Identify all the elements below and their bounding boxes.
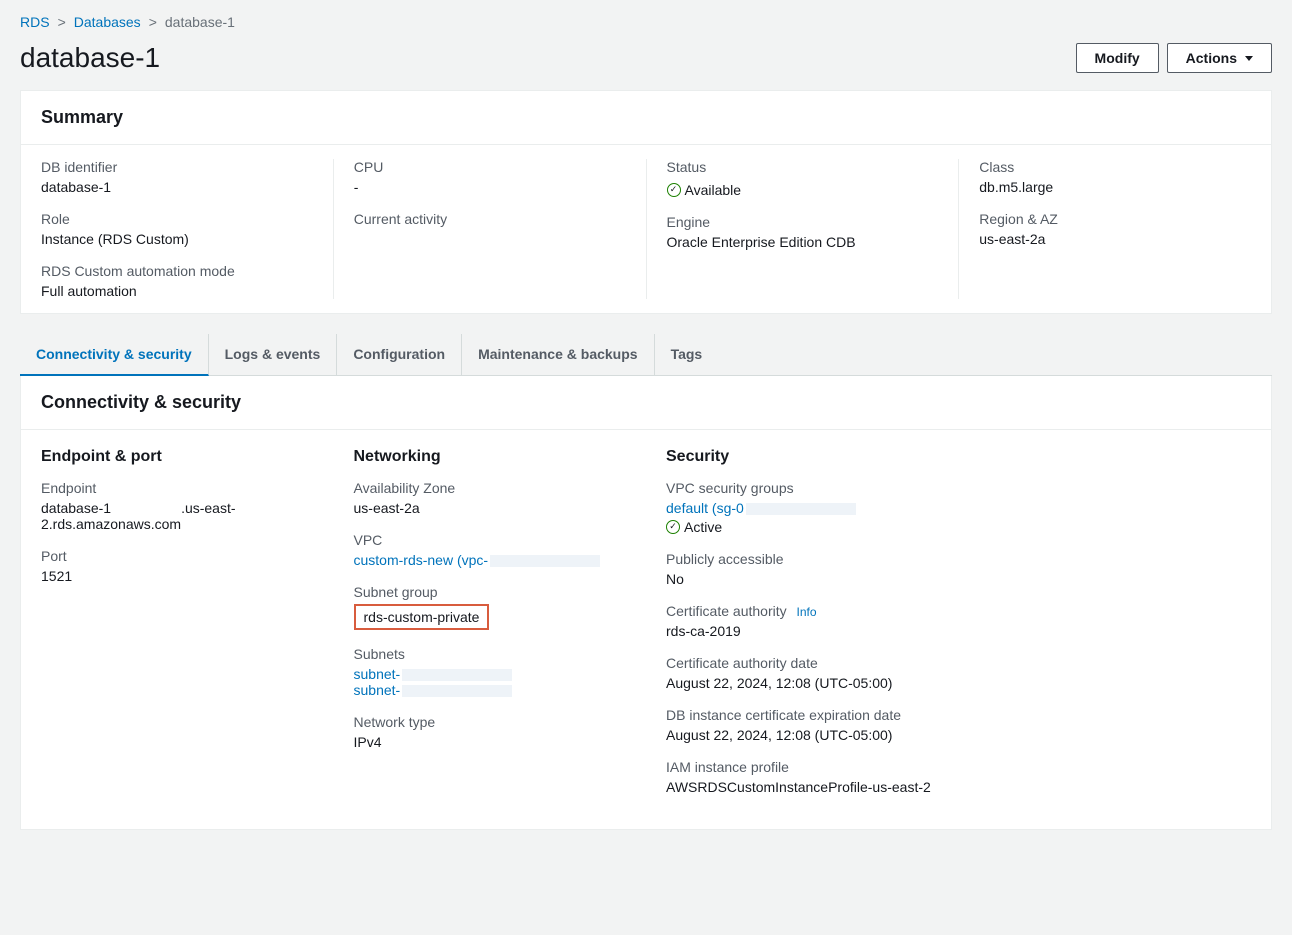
modify-button[interactable]: Modify [1076,43,1159,73]
endpoint-value: database-1.us-east-2.rds.amazonaws.com [41,500,314,532]
certificate-authority-value: rds-ca-2019 [666,623,1251,639]
db-identifier-value: database-1 [41,179,313,195]
subnet-link-2[interactable]: subnet- [354,682,401,698]
check-circle-icon: ✓ [666,520,680,534]
class-label: Class [979,159,1251,175]
role-label: Role [41,211,313,227]
port-value: 1521 [41,568,314,584]
status-label: Status [667,159,939,175]
db-identifier-label: DB identifier [41,159,313,175]
ca-date-label: Certificate authority date [666,655,1251,671]
automation-mode-value: Full automation [41,283,313,299]
networking-heading: Networking [354,448,627,466]
ca-date-value: August 22, 2024, 12:08 (UTC-05:00) [666,675,1251,691]
vpc-value[interactable]: custom-rds-new (vpc- [354,552,627,568]
tabs: Connectivity & security Logs & events Co… [20,334,1272,376]
vpc-label: VPC [354,532,627,548]
engine-value: Oracle Enterprise Edition CDB [667,234,939,250]
class-value: db.m5.large [979,179,1251,195]
tab-configuration[interactable]: Configuration [337,334,462,375]
summary-panel: Summary DB identifier database-1 Role In… [20,90,1272,314]
breadcrumb-databases[interactable]: Databases [74,14,141,30]
security-groups-label: VPC security groups [666,480,1251,496]
subnet-group-label: Subnet group [354,584,627,600]
cert-expiration-label: DB instance certificate expiration date [666,707,1251,723]
breadcrumb-sep-icon: > [149,14,157,30]
port-label: Port [41,548,314,564]
automation-mode-label: RDS Custom automation mode [41,263,313,279]
cpu-value: - [354,179,626,195]
network-type-value: IPv4 [354,734,627,750]
subnet-link-1[interactable]: subnet- [354,666,401,682]
chevron-down-icon [1245,56,1253,61]
network-type-label: Network type [354,714,627,730]
redacted-icon [490,555,600,567]
page-title: database-1 [20,42,1068,74]
breadcrumb-sep-icon: > [58,14,66,30]
connectivity-panel: Connectivity & security Endpoint & port … [20,376,1272,830]
check-circle-icon: ✓ [667,183,681,197]
security-group-status: Active [684,519,722,535]
cert-expiration-value: August 22, 2024, 12:08 (UTC-05:00) [666,727,1251,743]
az-value: us-east-2a [354,500,627,516]
tab-tags[interactable]: Tags [655,334,719,375]
security-group-link[interactable]: default (sg-0 [666,500,744,516]
tab-maintenance-backups[interactable]: Maintenance & backups [462,334,655,375]
breadcrumb-current: database-1 [165,14,235,30]
subnet-group-value: rds-custom-private [354,604,490,630]
role-value: Instance (RDS Custom) [41,231,313,247]
redacted-icon [402,685,512,697]
cpu-label: CPU [354,159,626,175]
endpoint-label: Endpoint [41,480,314,496]
region-az-value: us-east-2a [979,231,1251,247]
actions-label: Actions [1186,50,1237,66]
actions-button[interactable]: Actions [1167,43,1272,73]
connectivity-heading: Connectivity & security [21,376,1271,430]
breadcrumb-rds[interactable]: RDS [20,14,50,30]
certificate-authority-label: Certificate authority [666,603,787,619]
subnets-label: Subnets [354,646,627,662]
endpoint-port-heading: Endpoint & port [41,448,314,466]
breadcrumb: RDS > Databases > database-1 [20,10,1272,38]
az-label: Availability Zone [354,480,627,496]
publicly-accessible-label: Publicly accessible [666,551,1251,567]
region-az-label: Region & AZ [979,211,1251,227]
current-activity-label: Current activity [354,211,626,227]
security-heading: Security [666,448,1251,466]
tab-connectivity-security[interactable]: Connectivity & security [20,334,209,376]
publicly-accessible-value: No [666,571,1251,587]
vpc-link[interactable]: custom-rds-new (vpc- [354,552,489,568]
engine-label: Engine [667,214,939,230]
iam-profile-value: AWSRDSCustomInstanceProfile-us-east-2 [666,779,1251,795]
redacted-icon [402,669,512,681]
tab-logs-events[interactable]: Logs & events [209,334,338,375]
iam-profile-label: IAM instance profile [666,759,1251,775]
summary-heading: Summary [21,91,1271,145]
redacted-icon [746,503,856,515]
info-link[interactable]: Info [797,605,817,619]
status-value: Available [685,182,742,198]
